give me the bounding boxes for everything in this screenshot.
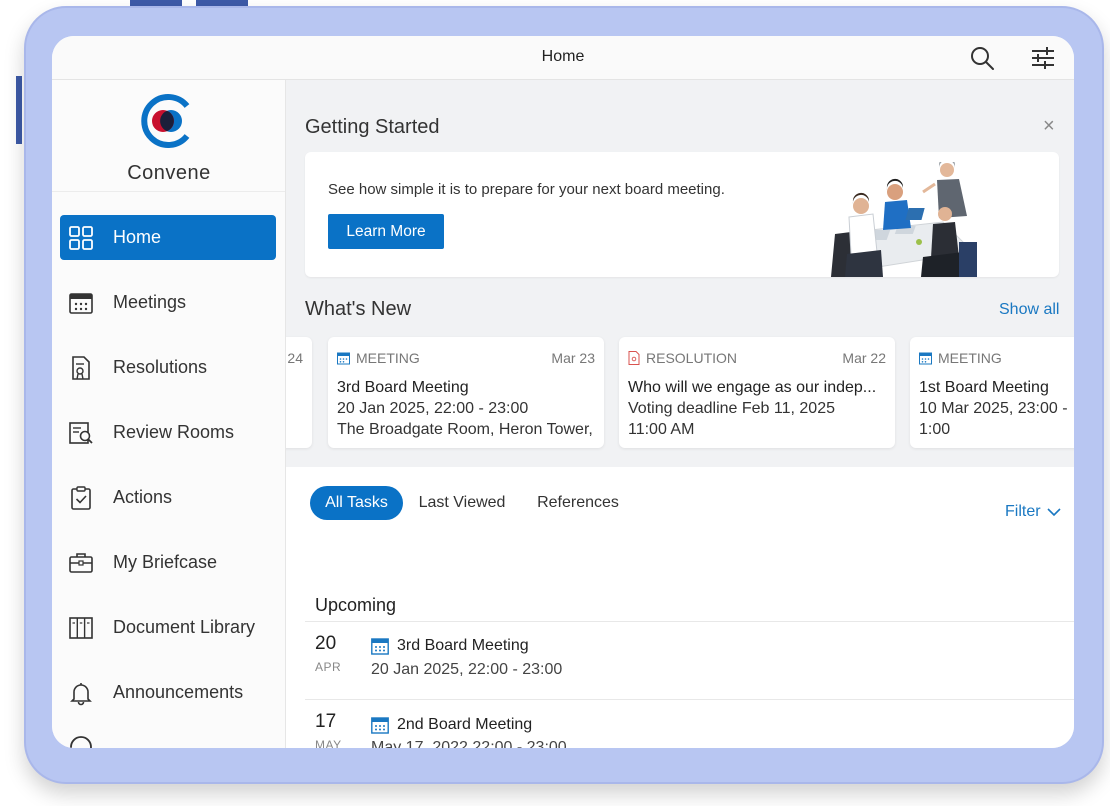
review-doc-icon (69, 421, 93, 444)
sliders-icon[interactable] (1029, 44, 1057, 72)
card-date: Mar 22 (842, 350, 886, 366)
sidebar-item-document-library[interactable]: Document Library (60, 605, 276, 650)
tab-references[interactable]: References (530, 486, 626, 520)
sidebar-item-announcements[interactable]: Announcements (60, 670, 276, 715)
item-title-row: 2nd Board Meeting (371, 716, 532, 734)
sidebar-item-resolutions[interactable]: Resolutions (60, 345, 276, 390)
getting-started-title: Getting Started (305, 116, 440, 138)
calendar-icon (69, 292, 93, 314)
card-title: Who will we engage as our indep... (628, 379, 877, 396)
search-icon[interactable] (968, 44, 996, 72)
item-month: APR (315, 660, 342, 674)
sidebar-item-home[interactable]: Home (60, 215, 276, 260)
sidebar-item-label: Resolutions (113, 357, 208, 377)
calendar-icon (371, 637, 389, 655)
sidebar-item-label: Document Library (113, 617, 256, 637)
getting-started-text: See how simple it is to prepare for your… (328, 181, 725, 198)
upcoming-heading: Upcoming (315, 595, 397, 615)
sidebar-item-label: Home (113, 227, 162, 247)
sidebar-item-label: Actions (113, 487, 173, 507)
more-nav-icon (70, 736, 92, 748)
show-all-link[interactable]: Show all (999, 301, 1059, 319)
card-title: 1st Board Meeting (919, 379, 1049, 396)
whats-new-card[interactable]: MEETING Mar 23 3rd Board Meeting 20 Jan … (328, 337, 604, 448)
sidebar-item-meetings[interactable]: Meetings (60, 280, 276, 325)
item-time: May 17, 2022 22:00 - 23:00 (371, 739, 567, 748)
item-title-row: 3rd Board Meeting (371, 637, 529, 655)
main-content: Getting Started × See how simple it is t… (286, 80, 1074, 748)
whats-new-card-partial[interactable]: 24 (286, 337, 312, 448)
calendar-icon (371, 716, 389, 734)
top-bar: Home (52, 36, 1074, 80)
card-line: 11:00 AM (628, 421, 695, 438)
card-line: 20 Jan 2025, 22:00 - 23:00 (337, 400, 529, 417)
card-line: 1:00 (919, 421, 951, 438)
sidebar-item-label: Announcements (113, 682, 244, 702)
whats-new-card[interactable]: RESOLUTION Mar 22 Who will we engage as … (619, 337, 895, 448)
tab-last-viewed[interactable]: Last Viewed (412, 486, 512, 520)
card-type-label: MEETING (356, 350, 420, 366)
divider (305, 621, 1074, 622)
sidebar: Convene Home Meetings Resolutions Review… (52, 80, 286, 748)
grid-icon (69, 225, 93, 250)
card-type: MEETING (919, 350, 1002, 366)
sidebar-item-actions[interactable]: Actions (60, 475, 276, 520)
card-date: 24 (287, 350, 303, 366)
card-type: MEETING (337, 350, 420, 366)
sidebar-item-label: Meetings (113, 292, 187, 312)
app-screen: Home Convene Home Meetings Resolutions R… (52, 36, 1074, 748)
card-line: 10 Mar 2025, 23:00 - (919, 400, 1068, 417)
close-icon[interactable]: × (1043, 116, 1055, 136)
item-title: 3rd Board Meeting (397, 637, 529, 654)
whats-new-card[interactable]: MEETING 1st Board Meeting 10 Mar 2025, 2… (910, 337, 1074, 448)
briefcase-icon (69, 552, 93, 573)
card-line: Voting deadline Feb 11, 2025 (628, 400, 835, 417)
background-decoration (16, 76, 22, 144)
calendar-icon (919, 352, 932, 364)
card-date: Mar 23 (551, 350, 595, 366)
brand-name: Convene (127, 162, 211, 184)
item-day: 20 (315, 633, 337, 654)
sidebar-item-label: My Briefcase (113, 552, 218, 572)
chevron-down-icon (1046, 507, 1061, 516)
clipboard-check-icon (71, 485, 91, 510)
library-icon (69, 616, 93, 639)
sidebar-item-label: Review Rooms (113, 422, 235, 442)
resolution-doc-icon (628, 351, 640, 365)
learn-more-button[interactable]: Learn More (328, 214, 444, 249)
calendar-icon (337, 352, 350, 364)
whats-new-title: What's New (305, 298, 412, 320)
convene-logo-icon (141, 94, 190, 148)
brand-logo: Convene (52, 80, 285, 192)
meeting-illustration (831, 162, 977, 277)
filter-label: Filter (1005, 503, 1041, 520)
item-day: 17 (315, 711, 337, 732)
page-title: Home (541, 48, 585, 65)
bell-icon (70, 682, 92, 705)
tab-all-tasks[interactable]: All Tasks (310, 486, 403, 520)
card-type-label: RESOLUTION (646, 350, 738, 366)
sidebar-item-review-rooms[interactable]: Review Rooms (60, 410, 276, 455)
item-title: 2nd Board Meeting (397, 716, 533, 733)
sidebar-item-my-briefcase[interactable]: My Briefcase (60, 540, 276, 585)
card-title: 3rd Board Meeting (337, 379, 469, 396)
tasks-panel: All Tasks Last Viewed References Filter … (286, 467, 1074, 748)
card-type: RESOLUTION (628, 350, 737, 366)
item-month: MAY (315, 738, 342, 748)
item-time: 20 Jan 2025, 22:00 - 23:00 (371, 661, 563, 678)
card-line: The Broadgate Room, Heron Tower, (337, 421, 593, 438)
getting-started-card: See how simple it is to prepare for your… (305, 152, 1059, 277)
card-type-label: MEETING (938, 350, 1002, 366)
filter-button[interactable]: Filter (1005, 503, 1061, 521)
divider (305, 699, 1074, 700)
resolution-doc-icon (72, 355, 90, 380)
